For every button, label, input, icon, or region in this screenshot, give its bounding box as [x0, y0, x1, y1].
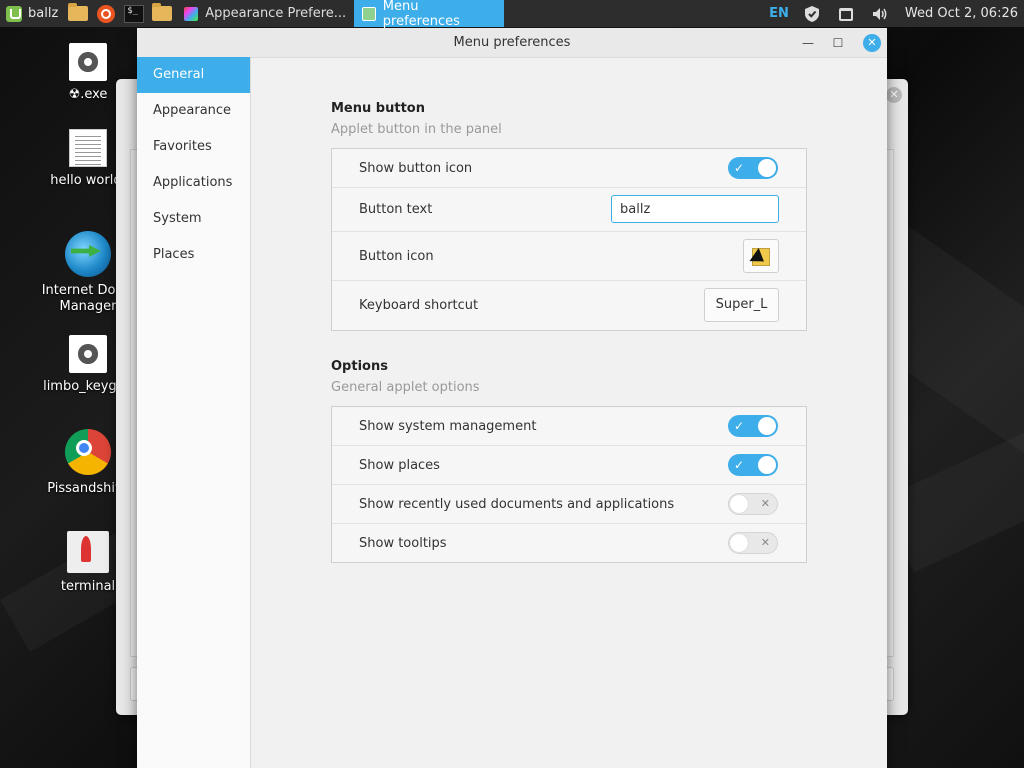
settings-content: Menu button Applet button in the panel S…: [251, 57, 887, 768]
settings-row: Show recently used documents and applica…: [332, 485, 806, 524]
show-button-icon-switch[interactable]: ✓: [728, 157, 778, 179]
taskbar-window-appearance[interactable]: Appearance Prefere...: [176, 0, 354, 27]
settings-row: Show tooltips ✕: [332, 524, 806, 562]
shield-icon[interactable]: [803, 5, 821, 23]
sidebar-item-favorites[interactable]: Favorites: [137, 129, 250, 165]
keyboard-shortcut-button[interactable]: Super_L: [704, 288, 779, 322]
rocket-icon: [67, 531, 109, 573]
settings-sidebar: General Appearance Favorites Application…: [137, 57, 251, 768]
checkmark-icon: ✓: [734, 419, 745, 433]
window-title: Menu preferences: [453, 35, 571, 50]
button-text-input[interactable]: [611, 195, 779, 223]
section-title-menu-button: Menu button: [331, 101, 425, 116]
system-tray: EN Wed Oct 2, 06:26: [769, 0, 1024, 27]
window-titlebar[interactable]: Menu preferences — ☐ ✕: [137, 28, 887, 58]
menu-preferences-app-icon: [362, 6, 376, 21]
ubuntu-launcher-icon[interactable]: [97, 4, 116, 23]
gear-icon: [69, 43, 107, 81]
options-panel: Show system management ✓ Show places ✓ S…: [331, 406, 807, 563]
minimize-button[interactable]: —: [799, 34, 817, 52]
menu-preferences-window: Menu preferences — ☐ ✕ General Appearanc…: [137, 28, 887, 768]
row-label: Show system management: [359, 418, 537, 434]
menu-applet-button[interactable]: ballz: [0, 0, 64, 27]
x-mark-icon: ✕: [760, 536, 770, 549]
section-subtitle-options: General applet options: [331, 380, 480, 395]
close-button[interactable]: ✕: [863, 34, 881, 52]
row-label: Show tooltips: [359, 535, 447, 551]
sidebar-item-system[interactable]: System: [137, 201, 250, 237]
terminal-launcher-icon[interactable]: $_: [124, 4, 145, 23]
settings-row: Show places ✓: [332, 446, 806, 485]
x-mark-icon: ✕: [760, 497, 770, 510]
text-document-icon: [69, 129, 107, 167]
settings-row: Show system management ✓: [332, 407, 806, 446]
settings-row: Keyboard shortcut Super_L: [332, 281, 806, 330]
row-label: Show recently used documents and applica…: [359, 496, 675, 512]
show-tooltips-switch[interactable]: ✕: [728, 532, 778, 554]
keyboard-layout-indicator[interactable]: EN: [769, 6, 789, 21]
taskbar-window-label: Menu preferences: [382, 0, 460, 29]
clock[interactable]: Wed Oct 2, 06:26: [905, 6, 1018, 21]
window-list-icon[interactable]: [837, 5, 855, 23]
row-label: Button icon: [359, 248, 434, 264]
show-recent-documents-switch[interactable]: ✕: [728, 493, 778, 515]
chrome-icon: [65, 429, 111, 475]
show-system-management-switch[interactable]: ✓: [728, 415, 778, 437]
mint-logo-icon: [6, 5, 22, 22]
maximize-button[interactable]: ☐: [829, 34, 847, 52]
taskbar-window-label: Appearance Prefere...: [205, 6, 347, 21]
menu-button-panel: Show button icon ✓ Button text Button ic…: [331, 148, 807, 331]
taskbar-window-menu-preferences[interactable]: Menu preferences: [354, 0, 505, 29]
volume-icon[interactable]: [871, 5, 889, 23]
show-places-switch[interactable]: ✓: [728, 454, 778, 476]
checkmark-icon: ✓: [734, 458, 745, 472]
appearance-app-icon: [184, 6, 199, 21]
sidebar-item-applications[interactable]: Applications: [137, 165, 250, 201]
button-icon-chooser[interactable]: [743, 239, 779, 273]
sidebar-item-general[interactable]: General: [137, 57, 250, 93]
files-launcher-icon[interactable]: [152, 3, 173, 21]
row-label: Keyboard shortcut: [359, 298, 479, 313]
settings-row: Button icon: [332, 232, 806, 281]
idm-icon: [65, 231, 111, 277]
settings-row: Show button icon ✓: [332, 149, 806, 188]
checkmark-icon: ✓: [734, 161, 745, 175]
gear-icon: [69, 335, 107, 373]
row-label: Show places: [359, 457, 440, 473]
row-label: Show button icon: [359, 160, 473, 176]
sidebar-item-appearance[interactable]: Appearance: [137, 93, 250, 129]
row-label: Button text: [359, 202, 433, 217]
folder-launcher-icon[interactable]: [68, 3, 89, 21]
section-title-options: Options: [331, 359, 388, 374]
sidebar-item-places[interactable]: Places: [137, 237, 250, 273]
taskbar: ballz $_ Appearance Prefere... Menu pref…: [0, 0, 1024, 29]
settings-row: Button text: [332, 188, 806, 232]
menu-applet-label: ballz: [28, 6, 59, 21]
section-subtitle-menu-button: Applet button in the panel: [331, 122, 502, 137]
close-icon[interactable]: ✕: [886, 87, 902, 103]
